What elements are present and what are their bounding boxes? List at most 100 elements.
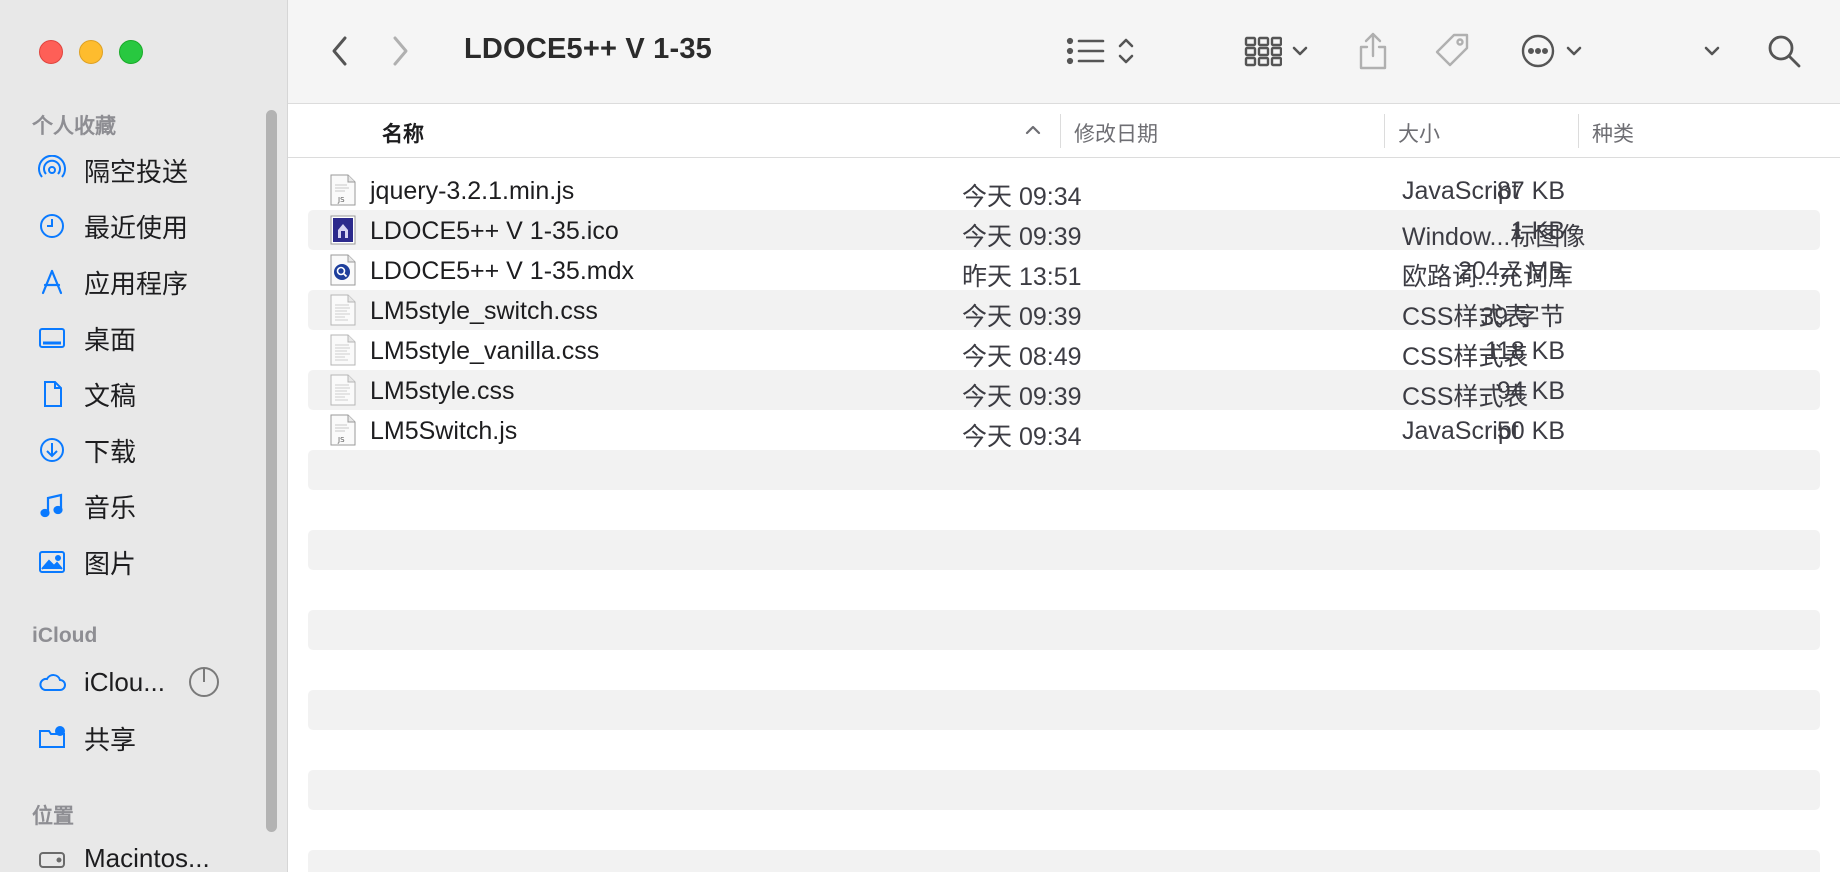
sidebar-section-icloud: iCloud	[32, 624, 98, 647]
window-title: LDOCE5++ V 1-35	[464, 33, 712, 65]
sidebar-item-pictures[interactable]: 图片	[36, 542, 136, 582]
sort-ascending-icon[interactable]	[1024, 118, 1042, 148]
file-date: 今天 09:34	[962, 183, 1082, 211]
file-row[interactable]: JS LM5Switch.js 今天 09:34 50 KB JavaScrip…	[308, 410, 1820, 451]
sidebar-item-applications[interactable]: 应用程序	[36, 262, 188, 302]
sidebar-item-label: 共享	[84, 724, 137, 755]
sidebar-item-music[interactable]: 音乐	[36, 486, 136, 526]
column-header-kind[interactable]: 种类	[1592, 118, 1634, 148]
mdx-file-icon	[330, 254, 356, 286]
css-file-icon	[330, 294, 356, 326]
column-header-size[interactable]: 大小	[1398, 118, 1440, 148]
minimize-window-button[interactable]	[79, 40, 103, 64]
svg-text:JS: JS	[337, 436, 345, 444]
sidebar-item-label: 下载	[84, 436, 137, 467]
empty-row	[308, 610, 1820, 650]
list-view-icon	[1066, 37, 1105, 65]
airdrop-icon	[36, 154, 68, 186]
column-header-row: 名称 修改日期 大小 种类	[288, 104, 1840, 158]
forward-button[interactable]	[388, 30, 412, 72]
file-kind: Window...标图像	[1402, 223, 1586, 251]
empty-row	[308, 810, 1820, 850]
sidebar-item-desktop[interactable]: 桌面	[36, 318, 136, 358]
up-down-chevron-icon	[1118, 38, 1134, 64]
file-name: LM5style.css	[370, 377, 515, 405]
toolbar: LDOCE5++ V 1-35	[288, 0, 1840, 104]
file-row[interactable]: LM5style_switch.css 今天 09:39 39 字节 CSS样式…	[308, 290, 1820, 331]
cloud-icon	[36, 666, 68, 698]
tag-button[interactable]	[1432, 30, 1472, 72]
file-list: JS jquery-3.2.1.min.js 今天 09:34 87 KB Ja…	[308, 170, 1820, 872]
file-date: 昨天 13:51	[962, 263, 1082, 291]
file-kind: JavaScript	[1402, 177, 1519, 205]
file-date: 今天 08:49	[962, 343, 1082, 371]
file-date: 今天 09:39	[962, 303, 1082, 331]
disk-icon	[36, 842, 68, 872]
file-row[interactable]: LM5style_vanilla.css 今天 08:49 118 KB CSS…	[308, 330, 1820, 371]
svg-text:JS: JS	[337, 196, 345, 204]
empty-row	[308, 650, 1820, 690]
chevron-down-icon	[1292, 46, 1308, 56]
share-button[interactable]	[1356, 30, 1390, 72]
sidebar-item-downloads[interactable]: 下载	[36, 430, 136, 470]
sidebar-item-recents[interactable]: 最近使用	[36, 206, 188, 246]
column-divider[interactable]	[1578, 114, 1579, 148]
file-kind: CSS样式表	[1402, 303, 1529, 331]
sidebar-item-label: 应用程序	[84, 268, 189, 299]
window-controls	[39, 40, 143, 64]
file-row[interactable]: JS jquery-3.2.1.min.js 今天 09:34 87 KB Ja…	[308, 170, 1820, 211]
shared-folder-icon	[36, 722, 68, 754]
column-divider[interactable]	[1384, 114, 1385, 148]
view-mode-button[interactable]	[1066, 30, 1138, 72]
file-name: LDOCE5++ V 1-35.mdx	[370, 257, 635, 285]
js-file-icon: JS	[330, 414, 356, 446]
column-divider[interactable]	[1060, 114, 1061, 148]
clock-icon	[36, 210, 68, 242]
share-icon	[1359, 32, 1387, 70]
sync-progress-icon	[188, 666, 220, 698]
sidebar-item-label: iClou...	[84, 666, 165, 697]
ellipsis-circle-icon	[1521, 34, 1555, 68]
group-button[interactable]	[1244, 30, 1310, 72]
zoom-window-button[interactable]	[119, 40, 143, 64]
chevron-left-icon	[332, 36, 347, 66]
tag-icon	[1435, 33, 1469, 67]
sidebar-item-label: Macintos...	[84, 842, 210, 872]
file-kind: JavaScript	[1402, 417, 1519, 445]
download-icon	[36, 434, 68, 466]
sidebar-scrollbar[interactable]	[266, 110, 277, 832]
music-icon	[36, 490, 68, 522]
action-menu-button[interactable]	[1520, 30, 1584, 72]
sidebar-item-macintosh-hd[interactable]: Macintos...	[36, 838, 210, 872]
column-header-date[interactable]: 修改日期	[1074, 118, 1158, 148]
file-kind: CSS样式表	[1402, 383, 1529, 411]
sidebar-item-documents[interactable]: 文稿	[36, 374, 136, 414]
empty-row	[308, 850, 1820, 872]
file-row[interactable]: LDOCE5++ V 1-35.mdx 昨天 13:51 204.7 MB 欧路…	[308, 250, 1820, 291]
file-date: 今天 09:39	[962, 383, 1082, 411]
sidebar-item-label: 桌面	[84, 324, 137, 355]
column-header-name[interactable]: 名称	[382, 118, 424, 148]
desktop-icon	[36, 322, 68, 354]
sidebar: 个人收藏 隔空投送 最近使用 应用程序 桌面 文稿 下载 音乐 图片 iClou…	[0, 0, 288, 872]
file-name: LM5Switch.js	[370, 417, 518, 445]
file-kind: 欧路词...充词库	[1402, 263, 1573, 291]
file-kind: CSS样式表	[1402, 343, 1529, 371]
empty-row	[308, 730, 1820, 770]
file-row[interactable]: LM5style.css 今天 09:39 94 KB CSS样式表	[308, 370, 1820, 411]
sidebar-item-icloud-drive[interactable]: iClou...	[36, 662, 165, 702]
sidebar-item-airdrop[interactable]: 隔空投送	[36, 150, 188, 190]
js-file-icon: JS	[330, 174, 356, 206]
search-button[interactable]	[1766, 30, 1802, 72]
photos-icon	[36, 546, 68, 578]
grid-icon	[1244, 36, 1282, 67]
back-button[interactable]	[328, 30, 352, 72]
sidebar-item-label: 图片	[84, 548, 137, 579]
file-row[interactable]: LDOCE5++ V 1-35.ico 今天 09:39 1 KB Window…	[308, 210, 1820, 251]
document-icon	[36, 378, 68, 410]
close-window-button[interactable]	[39, 40, 63, 64]
sidebar-item-shared[interactable]: 共享	[36, 718, 136, 758]
sidebar-section-locations: 位置	[32, 805, 74, 828]
sidebar-item-label: 音乐	[84, 492, 137, 523]
more-toolbar-button[interactable]	[1702, 30, 1722, 72]
